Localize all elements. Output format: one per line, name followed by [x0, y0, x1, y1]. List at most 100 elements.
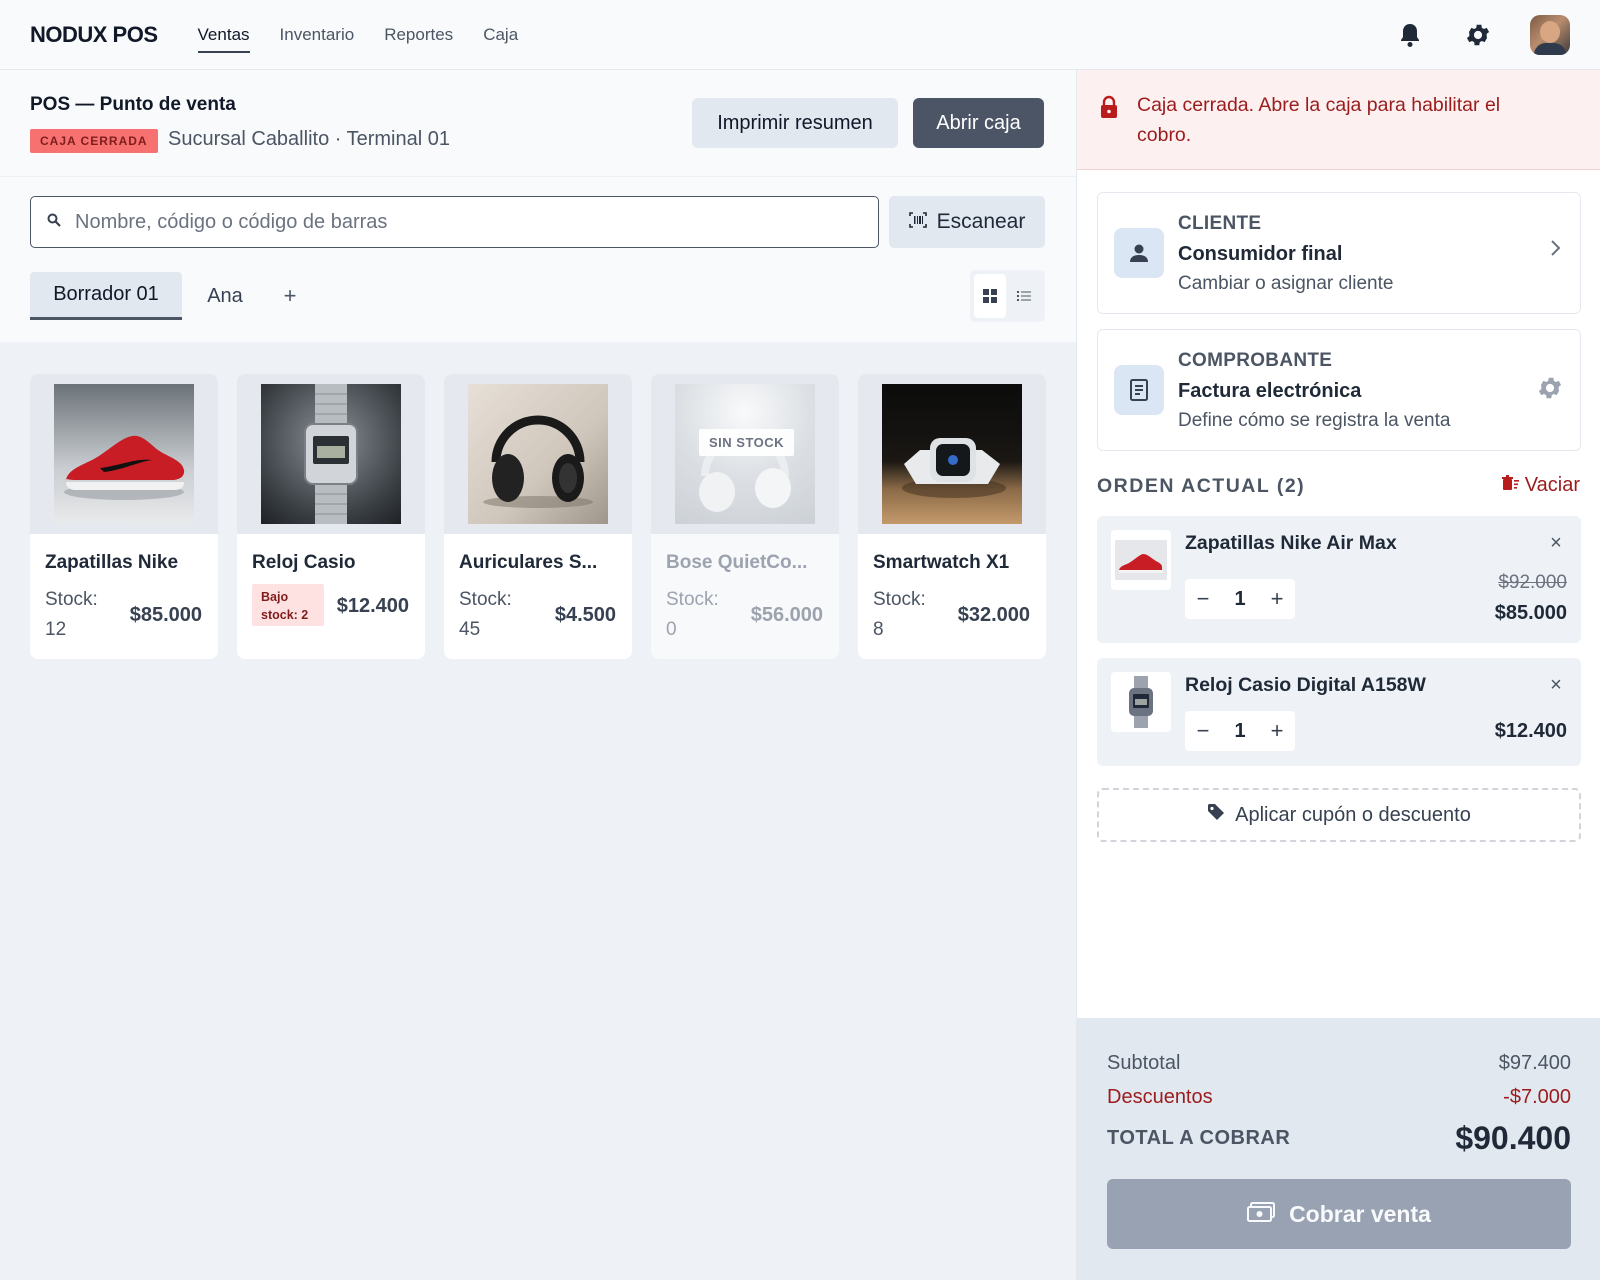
customer-label: CLIENTE — [1178, 213, 1262, 234]
gear-icon[interactable] — [1462, 19, 1494, 51]
subtotal-row: Subtotal $97.400 — [1107, 1052, 1571, 1075]
charge-label: Cobrar venta — [1289, 1200, 1431, 1227]
subtotal-value: $97.400 — [1498, 1052, 1571, 1074]
alert-message: Caja cerrada. Abre la caja para habilita… — [1137, 94, 1501, 146]
close-icon[interactable]: × — [1545, 532, 1567, 554]
smartwatch-image — [882, 384, 1022, 524]
stock-label: Stock: — [666, 589, 719, 610]
tab-ana[interactable]: Ana — [200, 272, 250, 320]
stock-value: 45 — [459, 619, 481, 640]
discount-row: Descuentos -$7.000 — [1107, 1086, 1571, 1109]
red-sneaker-thumbnail — [1111, 530, 1171, 590]
product-card[interactable]: Auriculares S... Stock: 45 $4.500 — [444, 374, 632, 659]
view-toggle — [970, 270, 1045, 322]
subtotal-label: Subtotal — [1107, 1052, 1181, 1074]
nav-actions — [1394, 14, 1570, 55]
order-title: ORDEN ACTUAL (2) — [1097, 475, 1306, 497]
order-line-item: Reloj Casio Digital A158W × − 1 + $12.40… — [1097, 658, 1581, 766]
product-image-frame — [444, 374, 632, 534]
receipt-label: COMPROBANTE — [1178, 350, 1333, 371]
product-card[interactable]: Zapatillas Nike Stock: 12 $85.000 — [30, 374, 218, 659]
bell-icon[interactable] — [1394, 19, 1426, 51]
product-card[interactable]: SIN STOCK Bose QuietCo... Stock: 0 $56.0… — [651, 374, 839, 659]
nav-ventas[interactable]: Ventas — [197, 17, 250, 53]
product-image-frame — [858, 374, 1046, 534]
product-image-frame — [237, 374, 425, 534]
close-icon[interactable]: × — [1545, 674, 1567, 696]
tab-borrador-01[interactable]: Borrador 01 — [30, 272, 182, 320]
brand-logo[interactable]: NODUX POS — [30, 22, 158, 48]
red-sneaker-image — [54, 384, 194, 524]
grid-view-icon[interactable] — [974, 274, 1006, 318]
receipt-card[interactable]: COMPROBANTE Factura electrónica Define c… — [1097, 329, 1581, 451]
nav-reportes[interactable]: Reportes — [384, 17, 453, 53]
total-row: TOTAL A COBRAR $90.400 — [1107, 1120, 1571, 1157]
product-image-frame — [30, 374, 218, 534]
product-grid: Zapatillas Nike Stock: 12 $85.000 Reloj … — [30, 374, 1046, 659]
add-tab-button[interactable]: + — [278, 272, 302, 320]
quantity-value[interactable]: 1 — [1221, 588, 1259, 611]
trash-icon — [1501, 474, 1519, 497]
decrease-quantity-button[interactable]: − — [1185, 711, 1221, 751]
gear-icon[interactable] — [1536, 374, 1564, 407]
barcode-icon — [908, 210, 927, 234]
product-name: Bose QuietCo... — [666, 552, 808, 573]
increase-quantity-button[interactable]: + — [1259, 579, 1295, 619]
black-headphones-image — [468, 384, 608, 524]
list-view-icon[interactable] — [1008, 274, 1040, 318]
apply-coupon-button[interactable]: Aplicar cupón o descuento — [1097, 788, 1581, 842]
product-price: $56.000 — [750, 604, 823, 626]
order-item-name: Reloj Casio Digital A158W — [1185, 674, 1426, 696]
person-icon — [1114, 228, 1164, 278]
receipt-hint: Define cómo se registra la venta — [1178, 410, 1451, 431]
digital-watch-image — [261, 384, 401, 524]
nav-inventario[interactable]: Inventario — [280, 17, 355, 53]
stock-value: 0 — [666, 619, 677, 640]
avatar[interactable] — [1530, 14, 1570, 55]
total-label: TOTAL A COBRAR — [1107, 1127, 1291, 1149]
page-title: POS — Punto de venta — [30, 94, 236, 115]
pos-header: POS — Punto de venta CAJA CERRADA Sucurs… — [0, 70, 1076, 176]
scan-button[interactable]: Escanear — [889, 196, 1045, 248]
lock-icon — [1099, 95, 1119, 124]
product-card[interactable]: Reloj Casio Bajo stock: 2 $12.400 — [237, 374, 425, 659]
quantity-stepper: − 1 + — [1185, 711, 1295, 751]
product-name: Smartwatch X1 — [873, 552, 1010, 573]
customer-name: Consumidor final — [1178, 243, 1343, 265]
discount-label: Descuentos — [1107, 1086, 1213, 1108]
nav-caja[interactable]: Caja — [483, 17, 518, 53]
customer-card[interactable]: CLIENTE Consumidor final Cambiar o asign… — [1097, 192, 1581, 314]
chevron-right-icon — [1550, 238, 1562, 263]
decrease-quantity-button[interactable]: − — [1185, 579, 1221, 619]
low-stock-badge: Bajo stock: 2 — [252, 584, 324, 626]
order-item-name: Zapatillas Nike Air Max — [1185, 532, 1397, 554]
original-price: $92.000 — [1498, 572, 1567, 593]
quantity-stepper: − 1 + — [1185, 579, 1295, 619]
status-badge: CAJA CERRADA — [30, 129, 158, 153]
product-price: $12.400 — [336, 595, 409, 617]
open-register-button[interactable]: Abrir caja — [913, 98, 1044, 148]
discount-value: -$7.000 — [1503, 1086, 1571, 1108]
charge-sale-button[interactable]: Cobrar venta — [1107, 1179, 1571, 1249]
customer-hint: Cambiar o asignar cliente — [1178, 273, 1394, 294]
clear-order-button[interactable]: Vaciar — [1501, 474, 1580, 497]
increase-quantity-button[interactable]: + — [1259, 711, 1295, 751]
clear-label: Vaciar — [1524, 474, 1580, 496]
print-summary-button[interactable]: Imprimir resumen — [692, 98, 898, 148]
stock-label: Stock: — [45, 589, 98, 610]
register-closed-alert: Caja cerrada. Abre la caja para habilita… — [1077, 70, 1600, 170]
receipt-type: Factura electrónica — [1178, 380, 1362, 402]
stock-label: Stock: — [873, 589, 926, 610]
product-name: Reloj Casio — [252, 552, 356, 573]
search-input[interactable] — [75, 210, 835, 234]
product-card[interactable]: Smartwatch X1 Stock: 8 $32.000 — [858, 374, 1046, 659]
product-price: $85.000 — [129, 604, 202, 626]
coupon-label: Aplicar cupón o descuento — [1235, 803, 1471, 826]
order-item-price: $85.000 — [1494, 602, 1567, 624]
top-navbar: NODUX POS Ventas Inventario Reportes Caj… — [0, 0, 1600, 70]
stock-value: 8 — [873, 619, 884, 640]
stock-label: Stock: — [459, 589, 512, 610]
digital-watch-thumbnail — [1111, 672, 1171, 732]
cash-icon — [1247, 1201, 1276, 1228]
quantity-value[interactable]: 1 — [1221, 720, 1259, 743]
